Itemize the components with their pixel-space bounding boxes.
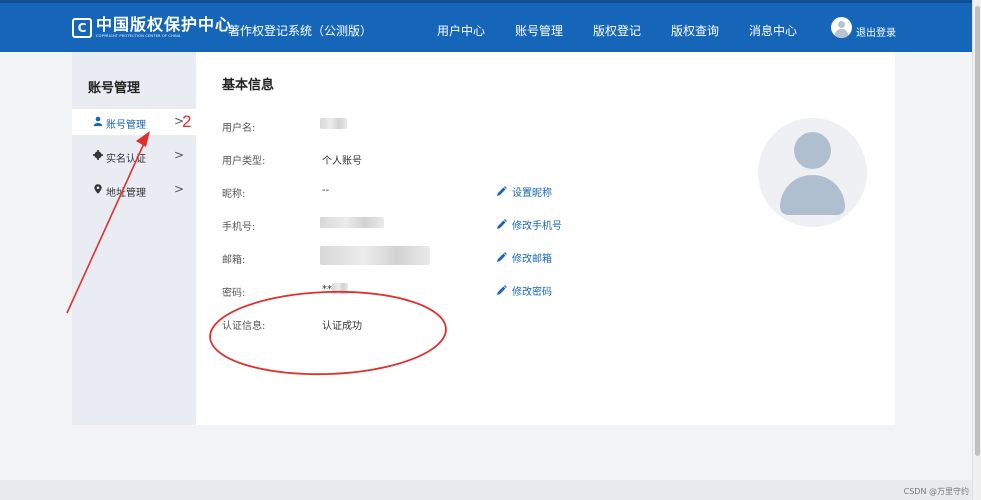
pencil-icon	[497, 219, 507, 229]
sidebar-item-label: 账号管理	[106, 120, 146, 131]
phone-label: 手机号:	[222, 222, 256, 233]
top-header: C 中国版权保护中心 COPYRIGHT PROTECTION CENTER O…	[0, 0, 972, 52]
watermark: CSDN @万里守约	[903, 487, 969, 496]
phone-value-redacted	[320, 217, 384, 228]
user-type-value: 个人账号	[322, 156, 362, 167]
pencil-icon	[497, 285, 507, 295]
nav-copyright-registration[interactable]: 版权登记	[593, 22, 641, 39]
logout-link[interactable]: 退出登录	[856, 24, 896, 39]
set-nickname-label: 设置昵称	[512, 188, 552, 199]
location-pin-icon	[94, 184, 102, 194]
chevron-right-icon: >	[174, 148, 185, 162]
sidebar-item-label: 实名认证	[106, 154, 146, 165]
user-type-label: 用户类型:	[222, 156, 266, 167]
site-logo[interactable]: C 中国版权保护中心 COPYRIGHT PROTECTION CENTER O…	[72, 16, 232, 39]
scrollbar-thumb[interactable]	[975, 6, 980, 456]
change-phone-link[interactable]: 修改手机号	[496, 217, 562, 232]
sidebar-item-real-name-auth[interactable]: 实名认证 >	[72, 143, 196, 169]
password-value: **	[322, 284, 332, 295]
user-icon	[93, 116, 103, 126]
sidebar-title: 账号管理	[88, 81, 141, 96]
auth-info-value: 认证成功	[322, 321, 362, 332]
password-label: 密码:	[222, 288, 246, 299]
gear-icon	[93, 150, 103, 160]
change-email-link[interactable]: 修改邮箱	[496, 250, 552, 265]
pencil-icon	[497, 252, 507, 262]
password-value-redacted	[332, 283, 348, 294]
footer-bar	[0, 480, 972, 500]
sidebar-item-label: 地址管理	[106, 188, 146, 199]
section-title: 基本信息	[222, 78, 275, 93]
pencil-icon	[497, 186, 507, 196]
email-label: 邮箱:	[222, 255, 246, 266]
system-title: 著作权登记系统（公测版）	[228, 24, 373, 38]
username-label: 用户名:	[222, 123, 256, 134]
nav-copyright-query[interactable]: 版权查询	[671, 22, 719, 39]
sidebar-item-account-management[interactable]: 账号管理 >	[72, 109, 196, 135]
annotation-step-number: 2	[182, 112, 192, 131]
account-panel: 账号管理 账号管理 > 实名认证 > 地址管理 > 基本信息 用户名: 用户类型…	[72, 52, 895, 425]
profile-avatar-icon[interactable]	[758, 118, 867, 227]
nav-message-center[interactable]: 消息中心	[749, 22, 797, 39]
chevron-right-icon: >	[174, 182, 185, 196]
change-phone-label: 修改手机号	[512, 221, 562, 232]
logo-subtitle: COPYRIGHT PROTECTION CENTER OF CHINA	[96, 34, 181, 38]
nickname-value: --	[322, 185, 330, 196]
page-scrollbar[interactable]	[972, 0, 981, 500]
logo-text: 中国版权保护中心 COPYRIGHT PROTECTION CENTER OF …	[96, 16, 232, 39]
auth-info-label: 认证信息:	[222, 321, 266, 332]
copyright-logo-icon: C	[72, 17, 92, 38]
set-nickname-link[interactable]: 设置昵称	[496, 184, 552, 199]
logo-title: 中国版权保护中心	[96, 15, 233, 34]
nickname-label: 昵称:	[222, 189, 246, 200]
email-value-redacted	[320, 246, 430, 265]
nav-user-center[interactable]: 用户中心	[437, 22, 485, 39]
user-avatar-icon[interactable]	[831, 17, 852, 38]
change-password-label: 修改密码	[512, 287, 552, 298]
change-email-label: 修改邮箱	[512, 254, 552, 265]
username-value-redacted	[320, 118, 347, 129]
change-password-link[interactable]: 修改密码	[496, 283, 552, 298]
sidebar: 账号管理 账号管理 > 实名认证 > 地址管理 >	[72, 52, 196, 425]
sidebar-item-address-management[interactable]: 地址管理 >	[72, 177, 196, 203]
nav-account-management[interactable]: 账号管理	[515, 22, 563, 39]
